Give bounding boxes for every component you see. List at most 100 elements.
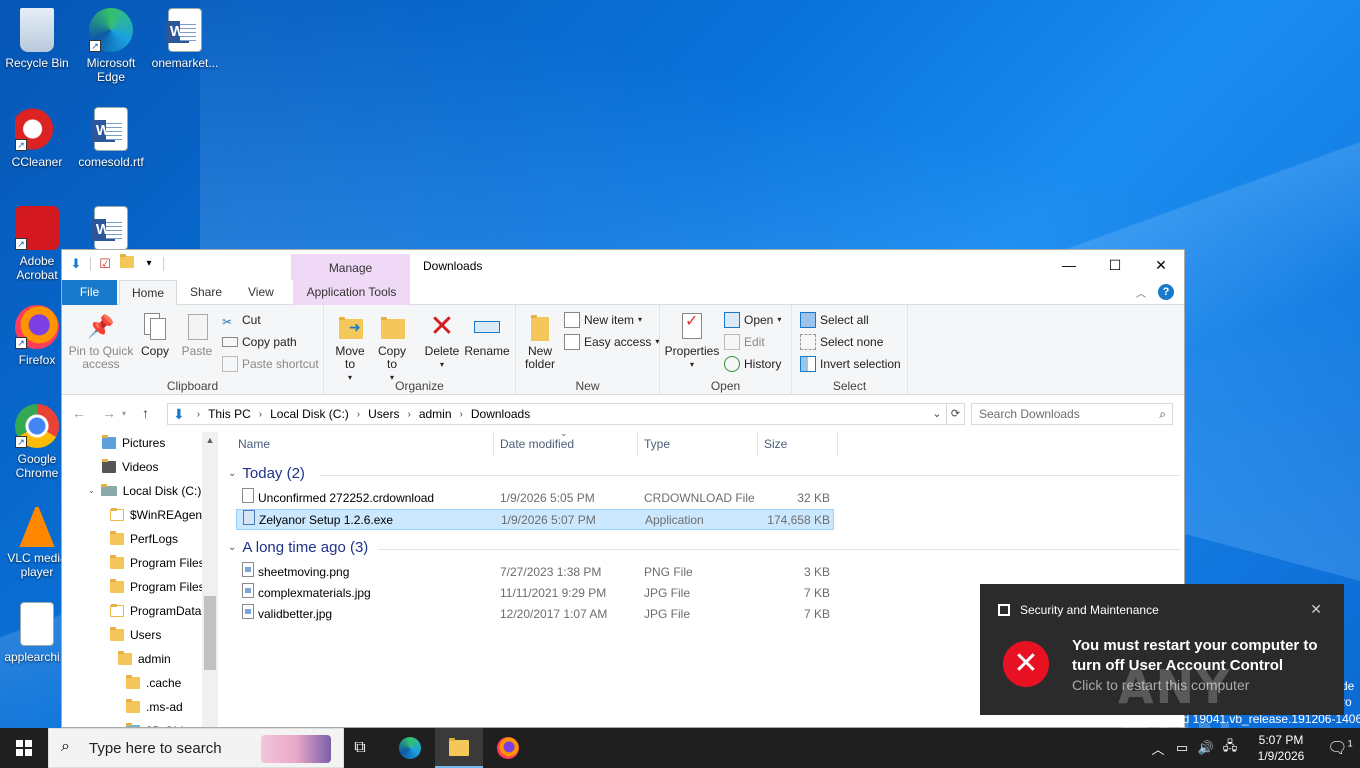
network-icon[interactable]: 🖧 <box>1218 737 1242 759</box>
nav-item-ms-ad[interactable]: .ms-ad <box>126 696 183 718</box>
desktop-icon-recycle-bin[interactable]: Recycle Bin <box>0 8 74 70</box>
breadcrumb-this-pc[interactable]: This PC › <box>208 407 270 421</box>
search-input[interactable]: Search Downloads ⌕ <box>971 403 1173 425</box>
new-folder-button[interactable]: New folder <box>520 311 560 371</box>
firefox-taskbar-icon[interactable] <box>484 728 532 768</box>
collapse-ribbon-icon[interactable]: ︿ <box>1136 285 1146 300</box>
meet-now-icon[interactable]: ▭ <box>1170 740 1194 756</box>
acrobat-icon: ↗ <box>15 206 59 250</box>
paste-shortcut-button[interactable]: Paste shortcut <box>222 354 319 374</box>
group-header-long-ago[interactable]: ⌄ A long time ago (3) <box>228 538 368 558</box>
close-button[interactable]: ✕ <box>1138 250 1184 280</box>
copy-to-button[interactable]: Copy to ▾ <box>372 311 412 384</box>
column-header-name[interactable]: Name <box>232 432 494 456</box>
copy-path-button[interactable]: Copy path <box>222 332 297 352</box>
task-view-icon[interactable]: ⧉ <box>336 728 384 768</box>
table-row[interactable]: complexmaterials.jpg 11/11/2021 9:29 PM … <box>236 583 834 604</box>
cut-button[interactable]: ✂ Cut <box>222 310 261 330</box>
column-header-size[interactable]: Size <box>758 432 838 456</box>
address-bar[interactable]: ⬇ › This PC › Local Disk (C:) › Users › adm… <box>167 403 965 425</box>
desktop-icon-word-doc[interactable] <box>74 206 148 254</box>
table-row-selected[interactable]: Zelyanor Setup 1.2.6.exe 1/9/2026 5:07 P… <box>236 509 834 530</box>
refresh-icon[interactable]: ⟳ <box>946 404 964 424</box>
move-to-button[interactable]: ➜ Move to ▾ <box>330 311 370 384</box>
back-arrow-icon[interactable]: ← <box>72 405 86 423</box>
group-header-today[interactable]: ⌄ Today (2) <box>228 464 305 484</box>
table-row[interactable]: sheetmoving.png 7/27/2023 1:38 PM PNG Fi… <box>236 562 834 583</box>
tab-file[interactable]: File <box>62 280 117 305</box>
tab-application-tools[interactable]: Application Tools <box>293 280 410 305</box>
copy-button[interactable]: Copy <box>138 311 172 358</box>
edge-taskbar-icon[interactable] <box>386 728 434 768</box>
tab-share[interactable]: Share <box>178 280 234 305</box>
nav-item-program-files[interactable]: Program Files <box>110 552 205 574</box>
image-file-icon <box>242 583 254 598</box>
address-row: ← → ▾ ↑ ⬇ › This PC › Local Disk (C:) › Us… <box>62 395 1184 431</box>
nav-item-pictures[interactable]: Pictures <box>102 432 165 454</box>
column-header-type[interactable]: Type <box>638 432 758 456</box>
paste-button[interactable]: Paste <box>178 311 216 358</box>
chevron-up-icon[interactable]: ︿ <box>1146 739 1170 758</box>
history-button[interactable]: History <box>724 354 781 374</box>
nav-item-winreagent[interactable]: $WinREAgent <box>110 504 205 526</box>
tab-home[interactable]: Home <box>119 280 178 305</box>
taskbar-search-box[interactable]: ⌕ Type here to search <box>48 728 344 768</box>
maximize-button[interactable]: ☐ <box>1092 250 1138 280</box>
nav-item-users[interactable]: Users <box>110 624 161 646</box>
nav-item-cache[interactable]: .cache <box>126 672 181 694</box>
invert-selection-button[interactable]: Invert selection <box>800 354 901 374</box>
action-center-icon[interactable]: 🗨1 <box>1320 738 1360 758</box>
new-item-button[interactable]: New item ▾ <box>564 310 642 330</box>
address-dropdown-icon[interactable]: ⌄ <box>928 404 946 424</box>
breadcrumb-local-disk[interactable]: Local Disk (C:) › <box>270 407 368 421</box>
delete-button[interactable]: ✕ Delete ▾ <box>422 311 462 371</box>
select-none-button[interactable]: Select none <box>800 332 883 352</box>
open-button[interactable]: Open ▾ <box>724 310 781 330</box>
help-icon[interactable]: ? <box>1158 284 1174 300</box>
file-explorer-taskbar-icon[interactable] <box>435 728 483 768</box>
tab-view[interactable]: View <box>236 280 286 305</box>
scrollbar-thumb[interactable] <box>204 596 216 670</box>
clock[interactable]: 5:07 PM 1/9/2026 <box>1242 732 1320 764</box>
new-group-label: New <box>575 379 600 393</box>
down-arrow-icon[interactable]: ⬇ <box>68 256 84 272</box>
manage-tab-label[interactable]: Manage <box>291 261 410 275</box>
nav-pane-scrollbar[interactable]: ▲ <box>202 432 218 727</box>
nav-item-local-disk[interactable]: ⌄ Local Disk (C:) <box>88 480 201 502</box>
desktop-icon-ccleaner[interactable]: ↗ CCleaner <box>0 107 74 169</box>
edit-button[interactable]: Edit <box>724 332 765 352</box>
table-row[interactable]: Unconfirmed 272252.crdownload 1/9/2026 5… <box>236 488 834 509</box>
minimize-button[interactable]: — <box>1046 250 1092 280</box>
pin-quick-access-button[interactable]: 📌 Pin to Quick access <box>66 311 136 371</box>
nav-item-program-files-x86[interactable]: Program Files <box>110 576 205 598</box>
forward-arrow-icon[interactable]: → <box>102 405 116 423</box>
desktop-icon-edge[interactable]: ↗ Microsoft Edge <box>74 8 148 84</box>
properties-icon[interactable]: ☑ <box>97 256 113 272</box>
image-file-icon <box>242 562 254 577</box>
nav-item-programdata[interactable]: ProgramData <box>110 600 201 622</box>
nav-item-perflogs[interactable]: PerfLogs <box>110 528 178 550</box>
table-row[interactable]: validbetter.jpg 12/20/2017 1:07 AM JPG F… <box>236 604 834 625</box>
toast-app-name: Security and Maintenance <box>1020 603 1159 617</box>
breadcrumb-users[interactable]: Users › <box>368 407 419 421</box>
rename-button[interactable]: Rename <box>464 311 510 358</box>
easy-access-button[interactable]: Easy access ▾ <box>564 332 659 352</box>
nav-item-3d-objects[interactable]: 3D Objects <box>126 720 205 727</box>
breadcrumb-downloads[interactable]: Downloads <box>471 407 530 421</box>
customize-toolbar-icon[interactable]: ▾ <box>141 256 157 272</box>
desktop-icon-onemarket[interactable]: onemarket... <box>148 8 222 70</box>
close-icon[interactable]: ✕ <box>1310 601 1322 618</box>
scroll-up-icon[interactable]: ▲ <box>202 432 218 448</box>
word-document-icon <box>91 107 128 151</box>
breadcrumb-admin[interactable]: admin › <box>419 407 471 421</box>
properties-button[interactable]: ✓ Properties ▾ <box>664 311 720 371</box>
start-button[interactable] <box>0 728 48 768</box>
select-all-button[interactable]: Select all <box>800 310 869 330</box>
recent-locations-icon[interactable]: ▾ <box>122 405 126 423</box>
desktop-icon-comesold[interactable]: comesold.rtf <box>74 107 148 169</box>
up-arrow-icon[interactable]: ↑ <box>142 405 149 423</box>
new-folder-icon[interactable] <box>119 254 135 272</box>
volume-icon[interactable]: 🔊 <box>1194 740 1218 756</box>
nav-item-admin[interactable]: admin <box>118 648 171 670</box>
nav-item-videos[interactable]: Videos <box>102 456 158 478</box>
